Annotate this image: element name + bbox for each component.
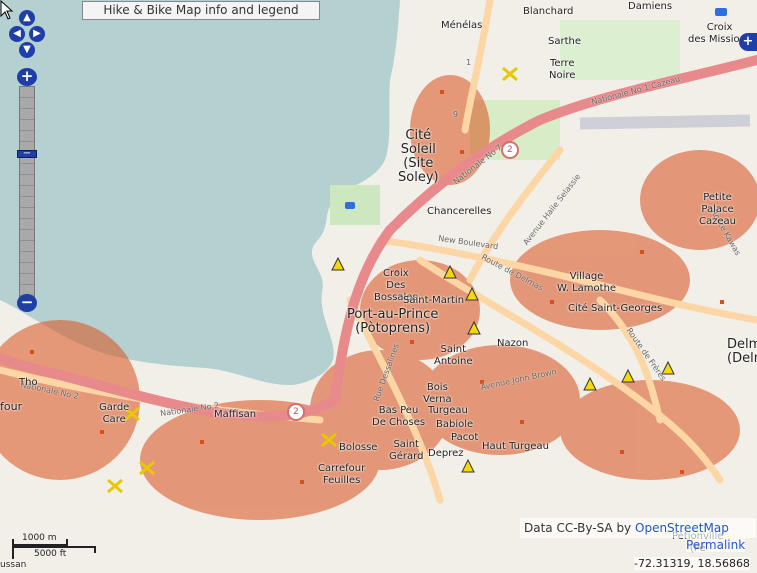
place-label: Terre Noire [549,58,576,81]
place-label: Damiens [628,1,673,12]
place-label: four [0,400,23,413]
place-label: Sarthe [548,36,581,47]
route-number: 2 [293,407,299,417]
zoom-slider-handle[interactable]: − [17,149,37,159]
map-canvas[interactable]: 2 2 Nationale No 7 Nationale No 1 Cazeau… [0,0,757,573]
scale-metric-label: 1000 m [22,533,57,543]
place-label: Village W. Lamothe [557,271,617,294]
zoom-in-button[interactable]: + [17,68,37,86]
place-label: Nazon [497,338,529,349]
place-label: Tho [19,377,38,388]
openstreetmap-link[interactable]: OpenStreetMap [635,521,729,535]
route-number: 2 [507,145,513,155]
place-label: Carrefour Feuilles [318,463,366,486]
info-legend-button[interactable]: Hike & Bike Map info and legend [82,1,320,20]
zoom-track[interactable] [19,86,35,302]
place-label: Delm (Delm [727,337,757,366]
place-label: Bois Verna [423,382,452,405]
scale-imperial-line [12,546,96,548]
place-label: Ménélas [441,20,483,31]
place-label: Saint Antoine [434,344,473,367]
attribution-prefix: Data CC-By-SA by [524,521,632,535]
place-label: Maffisan [214,409,257,420]
place-label-cite-soleil: Cité Soleil (Site Soley) [398,128,439,185]
scale-imperial-label: 5000 ft [34,549,67,559]
zoom-out-button[interactable]: − [17,294,37,312]
pan-down-icon[interactable]: ▼ [19,42,35,58]
place-label: Turgeau [428,405,468,416]
place-label: Petite Palace Cazeau [699,192,736,227]
place-label: Chancerelles [427,206,492,217]
road-label-route9: 9 [453,110,459,119]
road-label-route1: 1 [466,58,472,67]
place-label: Bas Peu De Choses [372,405,426,428]
parking-icon [715,8,727,16]
scale-tick [12,539,14,559]
place-label-port-au-prince: Port-au-Prince (Pòtoprens) [347,307,439,336]
permalink-link[interactable]: Permalink [686,538,746,552]
place-label: Haut Turgeau [482,441,549,452]
parking-icon [345,202,355,209]
layer-switcher-button[interactable]: + [739,33,757,51]
place-label: Saint Gérard [389,439,424,462]
attribution: Data CC-By-SA by OpenStreetMap [520,518,756,538]
mouse-coordinates: -72.31319, 18.56868 [634,557,750,570]
pan-control: ▲ ◀ ▶ ▼ [9,10,45,58]
place-label: Cité Saint-Georges [568,303,663,314]
place-label: Bolosse [339,442,378,453]
place-label: Pacot [451,432,479,443]
place-label: Blanchard [523,6,574,17]
pan-right-icon[interactable]: ▶ [29,26,45,42]
pan-up-icon[interactable]: ▲ [19,10,35,26]
place-label: Garde Care [99,402,130,425]
place-label: Saint-Martin [403,295,465,306]
scale-bar: 1000 m 5000 ft [8,533,98,563]
zoom-bar: + − − [17,68,39,312]
pan-left-icon[interactable]: ◀ [9,26,25,42]
place-label: Deprez [428,448,464,459]
park-area [560,20,680,80]
scale-tick [66,539,68,546]
place-label: Babiole [436,419,474,430]
scale-tick [94,546,96,553]
